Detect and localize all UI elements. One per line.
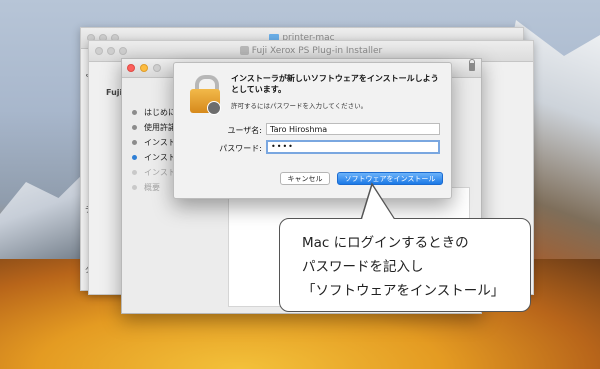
step-dot-icon: [132, 125, 137, 130]
package-icon: [239, 46, 249, 55]
step-dot-icon: [132, 140, 137, 145]
step-dot-icon: [132, 185, 137, 190]
callout-text: Mac にログインするときの パスワードを記入し 「ソフトウェアをインストール」: [302, 231, 504, 303]
callout-line: 「ソフトウェアをインストール」: [302, 283, 505, 299]
username-field[interactable]: Taro Hiroshma: [266, 123, 440, 135]
step-label: はじめに: [144, 108, 176, 117]
close-window-icon[interactable]: [127, 64, 135, 72]
password-label: パスワード:: [219, 144, 262, 153]
lock-icon: [469, 59, 475, 71]
step-dot-icon: [132, 155, 137, 160]
step-label: 概要: [144, 183, 160, 192]
zoom-window-icon[interactable]: [119, 47, 127, 55]
instruction-callout: Mac にログインするときの パスワードを記入し 「ソフトウェアをインストール」: [279, 218, 531, 312]
cancel-button[interactable]: キャンセル: [280, 172, 330, 185]
callout-line: Mac にログインするときの: [302, 235, 469, 251]
minimize-window-icon[interactable]: [140, 64, 148, 72]
step-label: 使用許諾: [144, 123, 176, 132]
zoom-window-icon[interactable]: [153, 64, 161, 72]
auth-dialog[interactable]: インストーラが新しいソフトウェアをインストールしようとしています。 許可するには…: [173, 62, 452, 199]
password-field[interactable]: ••••: [266, 140, 440, 154]
callout-line: パスワードを記入し: [302, 259, 424, 275]
window-controls: [127, 64, 161, 72]
username-label: ユーザ名:: [227, 126, 262, 135]
minimize-window-icon[interactable]: [107, 47, 115, 55]
step-label: インスト: [144, 138, 176, 147]
dialog-title: インストーラが新しいソフトウェアをインストールしようとしています。: [231, 74, 439, 94]
dialog-subtitle: 許可するにはパスワードを入力してください。: [231, 102, 368, 110]
window-controls: [95, 47, 127, 55]
step-label: インスト: [144, 168, 176, 177]
installer-back-title: Fuji Xerox PS Plug-in Installer: [251, 46, 383, 56]
lock-icon: [190, 75, 221, 115]
installer-badge-icon: [207, 101, 221, 115]
step-dot-icon: [132, 110, 137, 115]
sidebar-fragment: Fuji: [106, 88, 123, 97]
install-software-button[interactable]: ソフトウェアをインストール: [337, 172, 443, 185]
close-window-icon[interactable]: [95, 47, 103, 55]
step-dot-icon: [132, 170, 137, 175]
